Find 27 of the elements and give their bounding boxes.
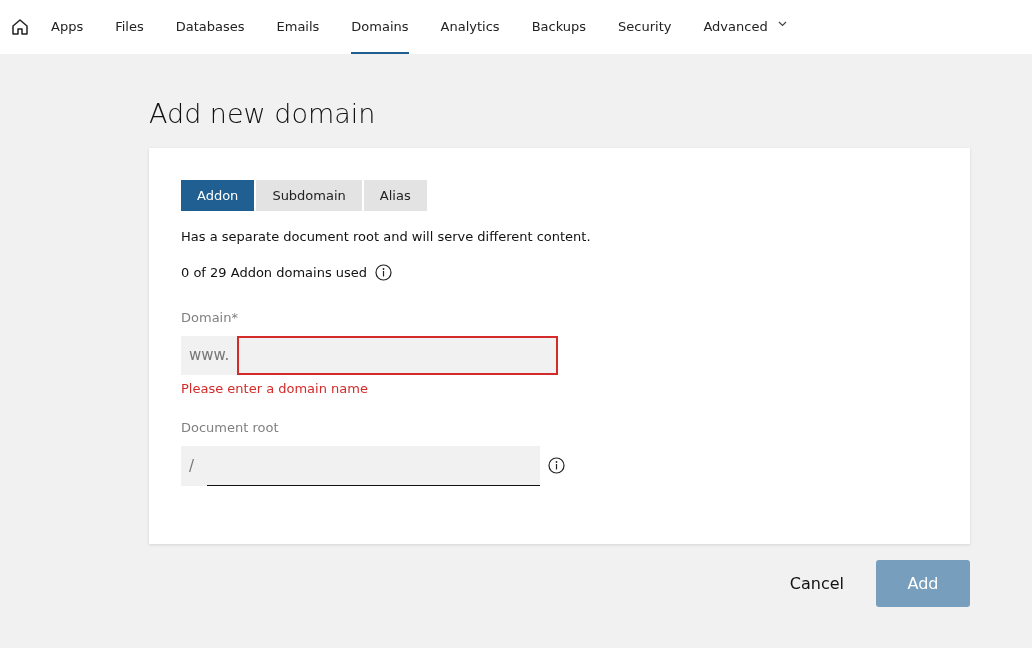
description-text: Has a separate document root and will serve different content.	[181, 228, 592, 247]
page-title: Add new domain	[149, 98, 377, 131]
input-prefix: www.	[181, 335, 238, 375]
field-label: Domain*	[181, 309, 239, 328]
error-message: Please enter a domain name	[181, 379, 369, 398]
nav-tab[interactable]: Security	[618, 0, 672, 54]
field-label: Document root	[181, 419, 280, 438]
type-tab[interactable]: Subdomain	[256, 180, 362, 212]
chevron-down-icon	[777, 21, 787, 27]
usage-text: 0 of 29 Addon domains used	[181, 263, 368, 282]
info-icon[interactable]	[375, 264, 393, 282]
nav-tab[interactable]: Databases	[175, 0, 245, 54]
cancel-button[interactable]: Cancel	[757, 571, 876, 596]
info-icon[interactable]	[548, 457, 566, 475]
nav-tab[interactable]: Files	[115, 0, 144, 54]
document-root-input-field[interactable]	[207, 445, 541, 486]
home-icon[interactable]	[11, 18, 29, 36]
nav-tab[interactable]: Backups	[531, 0, 587, 54]
input-prefix: /	[181, 445, 208, 486]
nav-tab[interactable]: Emails	[276, 0, 320, 54]
nav-tab[interactable]: Domains	[351, 0, 409, 54]
nav-tab[interactable]: Analytics	[440, 0, 500, 54]
type-tab[interactable]: Alias	[363, 180, 427, 212]
type-tab[interactable]: Addon	[181, 180, 255, 212]
domain-input-field[interactable]	[237, 335, 559, 375]
nav-tab[interactable]: Apps	[51, 0, 84, 54]
nav-tab[interactable]: Advanced	[703, 0, 787, 54]
